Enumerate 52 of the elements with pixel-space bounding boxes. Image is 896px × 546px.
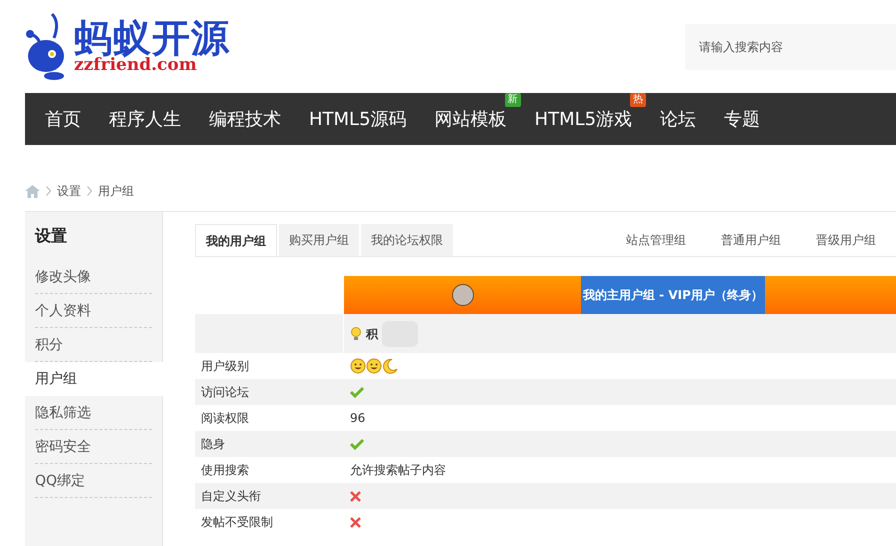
check-icon bbox=[350, 386, 364, 398]
permission-label: 隐身 bbox=[200, 436, 226, 453]
logo-title: 蚂蚁开源 bbox=[74, 19, 230, 57]
permission-label: 自定义头衔 bbox=[200, 488, 262, 505]
breadcrumb-link[interactable]: 用户组 bbox=[98, 182, 134, 200]
home-icon[interactable] bbox=[25, 184, 40, 198]
nav-link[interactable]: 编程技术 bbox=[209, 108, 281, 130]
nav-link[interactable]: 专题 bbox=[724, 108, 760, 130]
avatar-icon bbox=[452, 284, 474, 306]
cross-icon bbox=[350, 516, 361, 528]
cross-icon bbox=[350, 490, 361, 502]
sidebar-item[interactable]: QQ绑定 bbox=[35, 464, 152, 498]
permission-value: 96 bbox=[350, 410, 366, 427]
nav-link[interactable]: 首页 bbox=[45, 108, 81, 130]
search-field[interactable]: 请输入搜索内容 bbox=[685, 24, 896, 70]
site-logo[interactable]: 蚂蚁开源 zzfriend.com bbox=[24, 12, 230, 82]
smiley-icon bbox=[366, 358, 382, 374]
sidebar-title: 设置 bbox=[35, 225, 68, 247]
points-label: 积 bbox=[366, 326, 378, 342]
nav-badge: 热 bbox=[630, 92, 646, 106]
nav-link[interactable]: 网站模板 bbox=[434, 108, 507, 130]
permission-label: 访问论坛 bbox=[200, 384, 250, 401]
nav-badge: 新 bbox=[504, 92, 521, 106]
group-link[interactable]: 晋级用户组 bbox=[816, 224, 876, 256]
tab[interactable]: 我的论坛权限 bbox=[361, 224, 453, 256]
nav-link[interactable]: HTML5源码 bbox=[309, 108, 407, 130]
nav-link[interactable]: 论坛 bbox=[660, 108, 696, 130]
sidebar-item[interactable]: 用户组 bbox=[25, 362, 163, 396]
sidebar-item[interactable]: 修改头像 bbox=[35, 260, 152, 294]
permission-value: 允许搜索帖子内容 bbox=[350, 462, 446, 479]
chevron-icon bbox=[46, 186, 51, 196]
tab[interactable]: 我的用户组 bbox=[195, 224, 277, 256]
moon-icon bbox=[382, 358, 398, 374]
tab[interactable]: 购买用户组 bbox=[279, 224, 359, 256]
permission-label: 使用搜索 bbox=[200, 462, 250, 479]
permission-label: 阅读权限 bbox=[200, 410, 250, 427]
chevron-icon bbox=[87, 186, 92, 196]
logo-domain: zzfriend.com bbox=[74, 57, 197, 74]
breadcrumb-link[interactable]: 设置 bbox=[57, 182, 81, 200]
smiley-icon bbox=[350, 358, 366, 374]
nav-link[interactable]: HTML5游戏 bbox=[534, 108, 632, 130]
sidebar-item[interactable]: 个人资料 bbox=[35, 294, 152, 328]
group-link[interactable]: 站点管理组 bbox=[626, 224, 686, 256]
sidebar-item[interactable]: 隐私筛选 bbox=[35, 396, 152, 430]
check-icon bbox=[350, 438, 364, 450]
permission-label: 发帖不受限制 bbox=[200, 514, 274, 531]
permission-label: 用户级别 bbox=[200, 358, 250, 375]
group-label: 我的主用户组 - VIP用户（终身） bbox=[581, 276, 765, 314]
sidebar-item[interactable]: 密码安全 bbox=[35, 430, 152, 464]
group-link[interactable]: 普通用户组 bbox=[721, 224, 781, 256]
nav-link[interactable]: 程序人生 bbox=[109, 108, 181, 130]
lightbulb-icon bbox=[350, 326, 362, 340]
